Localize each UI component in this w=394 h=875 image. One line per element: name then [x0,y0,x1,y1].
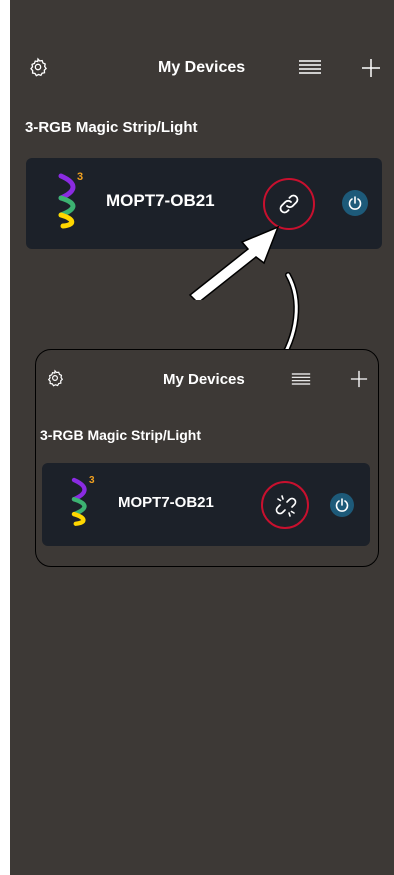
channel-badge: 3 [89,475,95,486]
device-name: MOPT7-OB21 [118,494,214,511]
broken-link-icon [273,493,299,519]
power-button[interactable] [330,493,354,517]
category-label: 3-RGB Magic Strip/Light [40,427,201,443]
device-card[interactable]: 3 MOPT7-OB21 [42,463,370,546]
category-label: 3-RGB Magic Strip/Light [25,119,198,136]
link-icon [277,192,301,216]
power-icon [334,497,350,513]
power-button[interactable] [342,190,368,216]
unlink-button[interactable] [261,481,309,529]
power-icon [347,195,363,211]
list-icon[interactable] [298,59,322,75]
gear-icon[interactable] [28,57,48,77]
page-title: My Devices [163,371,245,388]
list-icon[interactable] [291,372,311,386]
plus-icon[interactable] [350,370,368,388]
page-title: My Devices [158,59,246,76]
channel-badge: 3 [77,171,84,183]
plus-icon[interactable] [361,58,381,78]
gear-icon[interactable] [46,369,64,387]
inset-screenshot: My Devices 3-RGB Magic Strip/Light 3 MOP… [35,349,379,567]
device-name: MOPT7-OB21 [106,191,215,210]
